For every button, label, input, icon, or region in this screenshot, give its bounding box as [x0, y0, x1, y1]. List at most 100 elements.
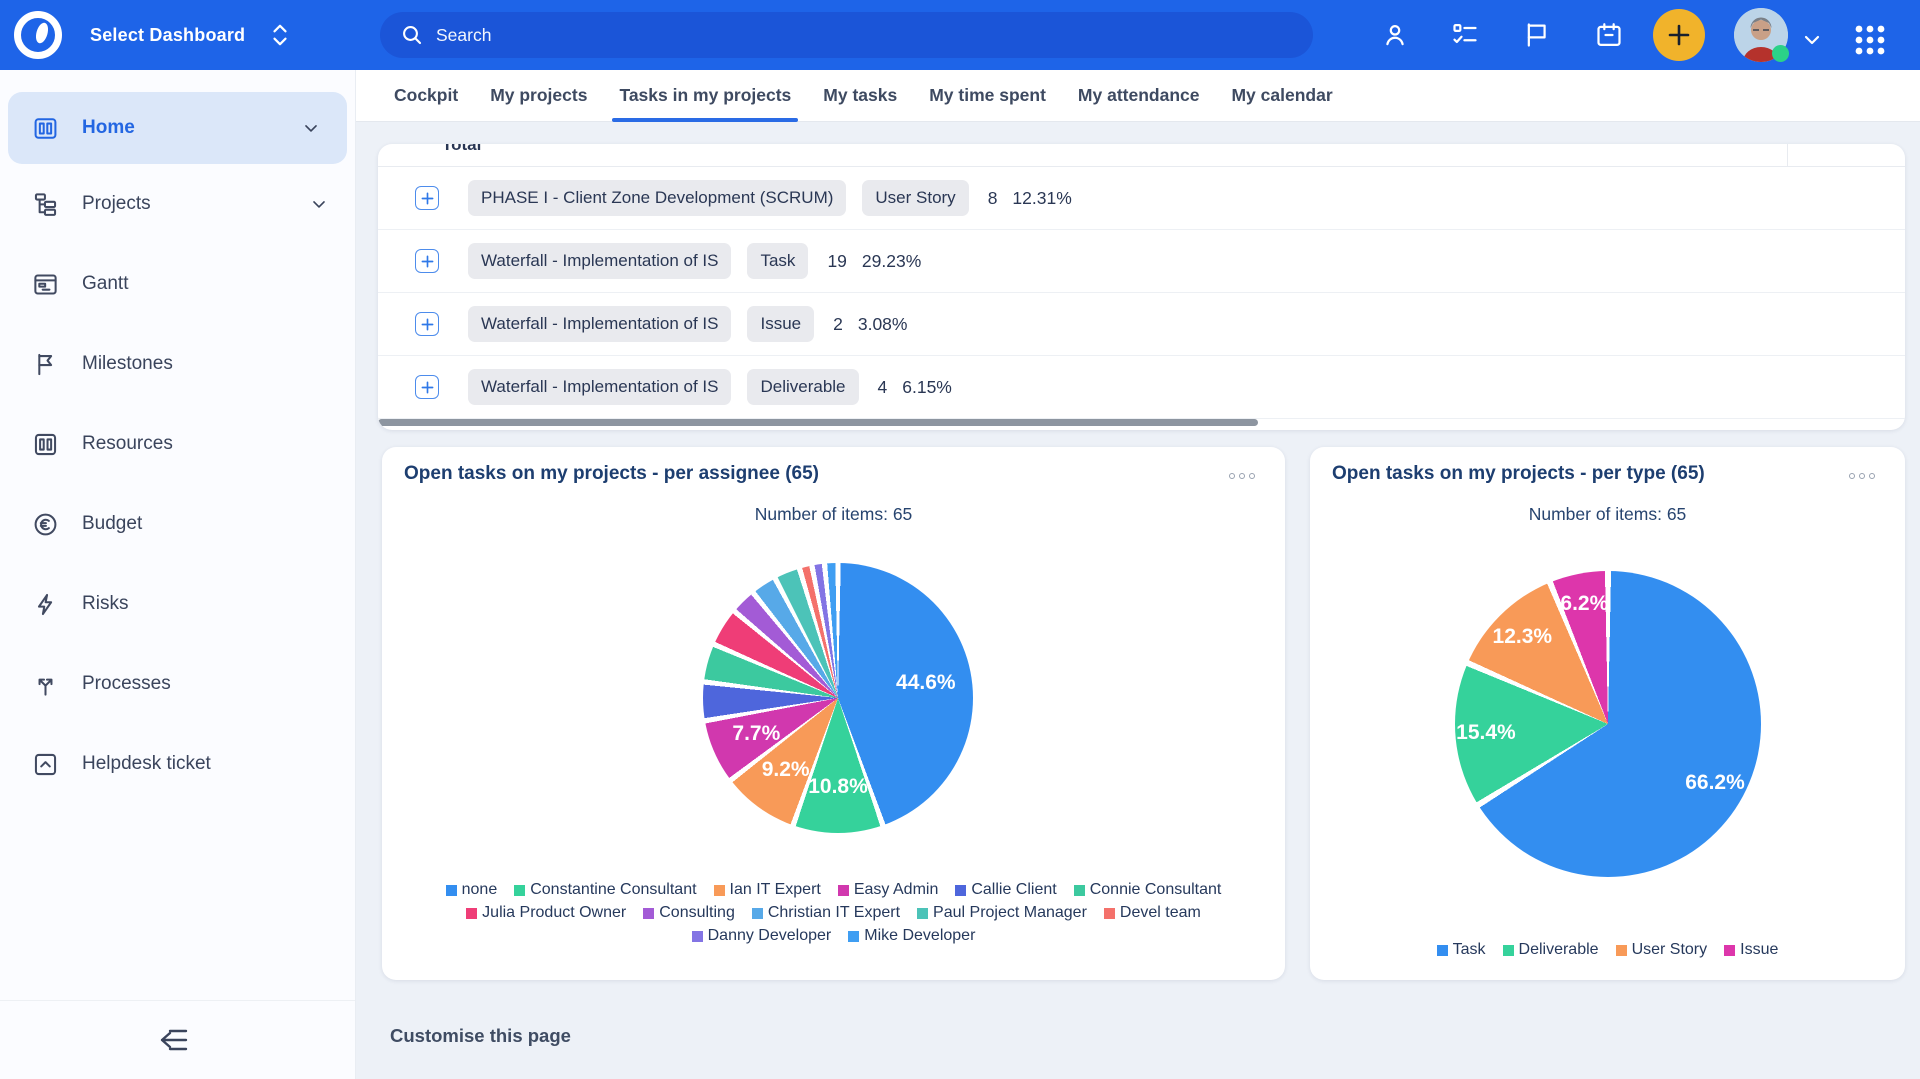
legend-swatch — [446, 885, 457, 896]
sidebar-item-budget[interactable]: Budget — [0, 484, 355, 564]
tab-my-attendance[interactable]: My attendance — [1078, 70, 1200, 122]
count-value: 19 — [827, 251, 846, 272]
legend-item[interactable]: Julia Product Owner — [466, 904, 626, 922]
legend-swatch — [1104, 908, 1115, 919]
legend-item[interactable]: Mike Developer — [848, 927, 975, 945]
customise-page-link[interactable]: Customise this page — [390, 1025, 571, 1047]
presence-dot — [1772, 45, 1789, 62]
pie-slice-label: 66.2% — [1685, 771, 1745, 795]
legend-swatch — [514, 885, 525, 896]
gantt-icon — [32, 271, 59, 298]
dashboard-selector[interactable]: Select Dashboard — [90, 0, 291, 70]
legend-label: Devel team — [1120, 904, 1201, 922]
tab-my-tasks[interactable]: My tasks — [823, 70, 897, 122]
legend-item[interactable]: Callie Client — [955, 881, 1056, 899]
legend-item[interactable]: User Story — [1616, 941, 1708, 959]
sidebar: Home Projects Gantt Milestones Resources Budg… — [0, 70, 356, 1079]
sidebar-item-label: Projects — [82, 193, 151, 215]
sidebar-item-gantt[interactable]: Gantt — [0, 244, 355, 324]
tab-cockpit[interactable]: Cockpit — [394, 70, 458, 122]
table-total-row: Total — [378, 144, 1905, 167]
panel-menu-button[interactable] — [1845, 469, 1879, 483]
chart-title: Open tasks on my projects - per type (65… — [1332, 463, 1705, 485]
expand-row-button[interactable] — [415, 186, 439, 210]
sidebar-item-label: Home — [82, 117, 135, 139]
calendar-icon[interactable] — [1595, 21, 1623, 49]
legend-label: Christian IT Expert — [768, 904, 900, 922]
sidebar-item-risks[interactable]: Risks — [0, 564, 355, 644]
legend-label: Consulting — [659, 904, 735, 922]
chart-panel-per-type: Open tasks on my projects - per type (65… — [1310, 447, 1905, 980]
sidebar-item-label: Budget — [82, 513, 142, 535]
sidebar-item-label: Milestones — [82, 353, 173, 375]
search-input[interactable] — [436, 25, 1236, 46]
chart-legend-0: none Constantine Consultant Ian IT Expert E… — [382, 881, 1285, 945]
pie-chart-0: 44.6%10.8%9.2%7.7% — [703, 563, 973, 833]
panel-menu-button[interactable] — [1225, 469, 1259, 483]
sidebar-item-milestones[interactable]: Milestones — [0, 324, 355, 404]
sidebar-item-resources[interactable]: Resources — [0, 404, 355, 484]
legend-label: Julia Product Owner — [482, 904, 626, 922]
sidebar-item-home[interactable]: Home — [8, 92, 347, 164]
legend-item[interactable]: Danny Developer — [692, 927, 832, 945]
sidebar-item-label: Gantt — [82, 273, 128, 295]
chart-legend-1: Task Deliverable User Story Issue — [1310, 941, 1905, 959]
legend-swatch — [714, 885, 725, 896]
helpdesk-icon — [32, 751, 59, 778]
app-logo-icon[interactable] — [12, 9, 64, 61]
tab-my-time-spent[interactable]: My time spent — [929, 70, 1046, 122]
pie-slice-label: 15.4% — [1456, 721, 1516, 745]
legend-label: Task — [1453, 941, 1486, 959]
legend-item[interactable]: Deliverable — [1503, 941, 1599, 959]
sidebar-item-processes[interactable]: Processes — [0, 644, 355, 724]
legend-item[interactable]: Issue — [1724, 941, 1778, 959]
legend-item[interactable]: Connie Consultant — [1074, 881, 1222, 899]
chart-annotation: Number of items: 65 — [382, 504, 1285, 525]
collapse-sidebar-icon[interactable] — [152, 1023, 196, 1057]
sidebar-footer — [0, 1000, 355, 1079]
sidebar-item-projects[interactable]: Projects — [0, 164, 355, 244]
legend-label: Easy Admin — [854, 881, 938, 899]
projects-icon — [32, 191, 59, 218]
legend-item[interactable]: none — [446, 881, 498, 899]
legend-label: Issue — [1740, 941, 1778, 959]
legend-swatch — [1437, 945, 1448, 956]
sidebar-item-label: Helpdesk ticket — [82, 753, 211, 775]
project-badge: Waterfall - Implementation of IS — [468, 306, 731, 342]
search-bar[interactable] — [380, 12, 1313, 58]
scrollbar-thumb[interactable] — [378, 419, 1258, 426]
legend-item[interactable]: Consulting — [643, 904, 735, 922]
project-badge: PHASE I - Client Zone Development (SCRUM… — [468, 180, 846, 216]
tab-bar: Cockpit My projects Tasks in my projects My… — [356, 70, 1920, 122]
user-icon[interactable] — [1381, 21, 1409, 49]
tab-tasks-in-my-projects[interactable]: Tasks in my projects — [619, 70, 791, 122]
legend-item[interactable]: Constantine Consultant — [514, 881, 696, 899]
chart-panel-per-assignee: Open tasks on my projects - per assignee… — [382, 447, 1285, 980]
legend-item[interactable]: Christian IT Expert — [752, 904, 900, 922]
dashboard-selector-label: Select Dashboard — [90, 25, 245, 46]
project-badge: Waterfall - Implementation of IS — [468, 369, 731, 405]
flag-icon[interactable] — [1523, 21, 1551, 49]
legend-item[interactable]: Ian IT Expert — [714, 881, 821, 899]
legend-item[interactable]: Devel team — [1104, 904, 1201, 922]
legend-item[interactable]: Easy Admin — [838, 881, 938, 899]
legend-swatch — [466, 908, 477, 919]
legend-item[interactable]: Task — [1437, 941, 1486, 959]
table-row: Waterfall - Implementation of ISTask1929… — [378, 230, 1905, 293]
expand-row-button[interactable] — [415, 249, 439, 273]
milestones-icon — [32, 351, 59, 378]
tasks-table-card: Total PHASE I - Client Zone Development … — [378, 144, 1905, 430]
sidebar-item-helpdesk-ticket[interactable]: Helpdesk ticket — [0, 724, 355, 804]
profile-chevron-icon[interactable] — [1800, 28, 1824, 52]
add-button[interactable] — [1653, 9, 1705, 61]
expand-row-button[interactable] — [415, 312, 439, 336]
table-row: Waterfall - Implementation of ISDelivera… — [378, 356, 1905, 419]
risks-icon — [32, 591, 59, 618]
pie-slice-label: 9.2% — [762, 758, 810, 782]
tab-my-projects[interactable]: My projects — [490, 70, 587, 122]
expand-row-button[interactable] — [415, 375, 439, 399]
apps-grid-icon[interactable] — [1851, 21, 1889, 59]
legend-item[interactable]: Paul Project Manager — [917, 904, 1087, 922]
tab-my-calendar[interactable]: My calendar — [1231, 70, 1332, 122]
tasks-checklist-icon[interactable] — [1451, 21, 1479, 49]
